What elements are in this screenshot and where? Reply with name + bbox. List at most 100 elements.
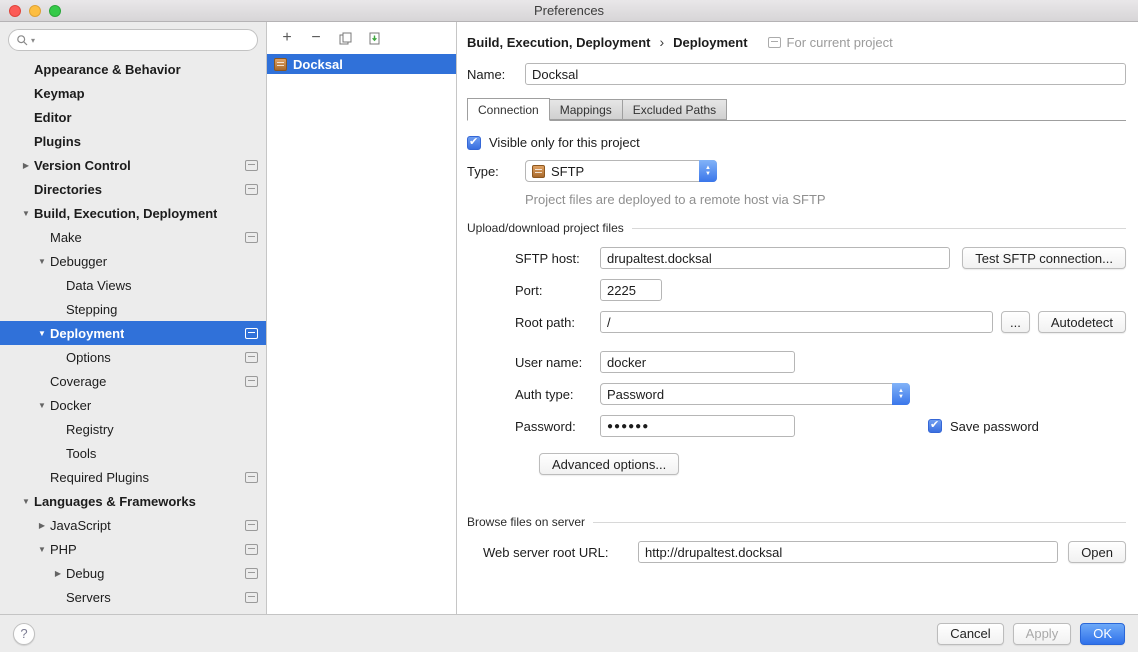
sidebar-item-registry[interactable]: Registry	[0, 417, 266, 441]
name-label: Name:	[467, 67, 525, 82]
sidebar-item-servers[interactable]: Servers	[0, 585, 266, 609]
sidebar-item-label: Editor	[34, 110, 72, 125]
autodetect-button[interactable]: Autodetect	[1038, 311, 1126, 333]
sidebar-item-label: Tools	[66, 446, 96, 461]
user-name-input[interactable]	[600, 351, 795, 373]
save-password-checkbox[interactable]	[928, 419, 942, 433]
settings-search-input[interactable]: ▾	[8, 29, 258, 51]
per-project-settings-icon	[245, 232, 258, 243]
sidebar-item-label: Registry	[66, 422, 114, 437]
per-project-settings-icon	[245, 352, 258, 363]
dropdown-stepper-icon: ▲▼	[892, 383, 910, 405]
sidebar-item-editor[interactable]: Editor	[0, 105, 266, 129]
sidebar-item-keymap[interactable]: Keymap	[0, 81, 266, 105]
advanced-options-button[interactable]: Advanced options...	[539, 453, 679, 475]
sidebar-item-options[interactable]: Options	[0, 345, 266, 369]
sidebar-item-label: Plugins	[34, 134, 81, 149]
upload-section-title: Upload/download project files	[467, 221, 624, 235]
sidebar-item-directories[interactable]: Directories	[0, 177, 266, 201]
test-sftp-connection-button[interactable]: Test SFTP connection...	[962, 247, 1126, 269]
tab-connection[interactable]: Connection	[467, 98, 550, 121]
port-input[interactable]	[600, 279, 662, 301]
sidebar-item-tools[interactable]: Tools	[0, 441, 266, 465]
chevron-right-icon[interactable]: ▶	[34, 521, 50, 530]
sidebar-item-data-views[interactable]: Data Views	[0, 273, 266, 297]
sftp-host-input[interactable]	[600, 247, 950, 269]
sidebar-item-javascript[interactable]: ▶JavaScript	[0, 513, 266, 537]
cancel-button[interactable]: Cancel	[937, 623, 1003, 645]
chevron-right-icon[interactable]: ▶	[50, 569, 66, 578]
visible-only-checkbox[interactable]	[467, 136, 481, 150]
sidebar-item-debug[interactable]: ▶Debug	[0, 561, 266, 585]
per-project-settings-icon	[245, 376, 258, 387]
browse-section-header: Browse files on server	[467, 515, 1126, 529]
tab-excluded-paths[interactable]: Excluded Paths	[622, 99, 727, 120]
sidebar-item-docker[interactable]: ▼Docker	[0, 393, 266, 417]
sidebar-item-make[interactable]: Make	[0, 225, 266, 249]
breadcrumb: Build, Execution, Deployment › Deploymen…	[467, 22, 1126, 56]
sidebar-item-debugger[interactable]: ▼Debugger	[0, 249, 266, 273]
minimize-window-button[interactable]	[29, 5, 41, 17]
chevron-down-icon[interactable]: ▼	[34, 545, 50, 554]
copy-server-button[interactable]	[337, 30, 353, 46]
per-project-settings-icon	[245, 160, 258, 171]
sidebar-item-appearance-behavior[interactable]: Appearance & Behavior	[0, 57, 266, 81]
chevron-down-icon[interactable]: ▼	[34, 329, 50, 338]
add-server-button[interactable]: +	[279, 30, 295, 46]
web-server-root-url-label: Web server root URL:	[483, 545, 638, 560]
sidebar-item-plugins[interactable]: Plugins	[0, 129, 266, 153]
sidebar-item-label: Required Plugins	[50, 470, 149, 485]
browse-section-title: Browse files on server	[467, 515, 585, 529]
password-label: Password:	[515, 419, 600, 434]
type-dropdown[interactable]: SFTP ▲▼	[525, 160, 717, 182]
chevron-down-icon[interactable]: ▼	[34, 401, 50, 410]
section-divider	[632, 228, 1126, 229]
servers-toolbar: +−	[267, 22, 456, 50]
name-input[interactable]	[525, 63, 1126, 85]
server-item-label: Docksal	[293, 57, 343, 72]
settings-tree: Appearance & BehaviorKeymap Editor Plugins…	[0, 57, 266, 614]
zoom-window-button[interactable]	[49, 5, 61, 17]
tab-mappings[interactable]: Mappings	[549, 99, 623, 120]
connection-form: Visible only for this project Type: SFTP…	[467, 121, 1126, 573]
search-scope-caret-icon[interactable]: ▾	[31, 36, 35, 45]
sidebar-item-stepping[interactable]: Stepping	[0, 297, 266, 321]
titlebar[interactable]: Preferences	[0, 0, 1138, 22]
open-url-button[interactable]: Open	[1068, 541, 1126, 563]
sidebar-item-label: Coverage	[50, 374, 106, 389]
sidebar-item-deployment[interactable]: ▼Deployment	[0, 321, 266, 345]
browse-root-path-button[interactable]: ...	[1001, 311, 1030, 333]
upload-section-header: Upload/download project files	[467, 221, 1126, 235]
ok-button[interactable]: OK	[1080, 623, 1125, 645]
settings-sidebar: ▾ Appearance & BehaviorKeymap Editor Plugi…	[0, 22, 267, 614]
import-server-button[interactable]	[366, 30, 382, 46]
sidebar-item-coverage[interactable]: Coverage	[0, 369, 266, 393]
sidebar-item-languages-frameworks[interactable]: ▼Languages & Frameworks	[0, 489, 266, 513]
close-window-button[interactable]	[9, 5, 21, 17]
dropdown-stepper-icon: ▲▼	[699, 160, 717, 182]
chevron-right-icon[interactable]: ▶	[18, 161, 34, 170]
help-button[interactable]: ?	[13, 623, 35, 645]
window-title: Preferences	[534, 3, 604, 18]
remove-server-button[interactable]: −	[308, 30, 324, 46]
chevron-down-icon[interactable]: ▼	[34, 257, 50, 266]
traffic-lights	[9, 5, 61, 17]
server-item-docksal[interactable]: Docksal	[267, 54, 456, 74]
sidebar-item-label: PHP	[50, 542, 77, 557]
auth-type-dropdown[interactable]: Password ▲▼	[600, 383, 910, 405]
root-path-input[interactable]	[600, 311, 993, 333]
sidebar-item-php[interactable]: ▼PHP	[0, 537, 266, 561]
apply-button[interactable]: Apply	[1013, 623, 1072, 645]
web-server-root-url-input[interactable]	[638, 541, 1058, 563]
search-icon	[16, 34, 29, 47]
scope-label: For current project	[787, 35, 893, 50]
sidebar-item-version-control[interactable]: ▶Version Control	[0, 153, 266, 177]
chevron-down-icon[interactable]: ▼	[18, 209, 34, 218]
chevron-down-icon[interactable]: ▼	[18, 497, 34, 506]
sidebar-item-required-plugins[interactable]: Required Plugins	[0, 465, 266, 489]
breadcrumb-parent[interactable]: Build, Execution, Deployment	[467, 35, 650, 50]
password-input[interactable]	[600, 415, 795, 437]
visible-only-label: Visible only for this project	[489, 135, 640, 150]
sidebar-item-build-execution-deployment[interactable]: ▼Build, Execution, Deployment	[0, 201, 266, 225]
settings-content: Build, Execution, Deployment › Deploymen…	[457, 22, 1138, 614]
